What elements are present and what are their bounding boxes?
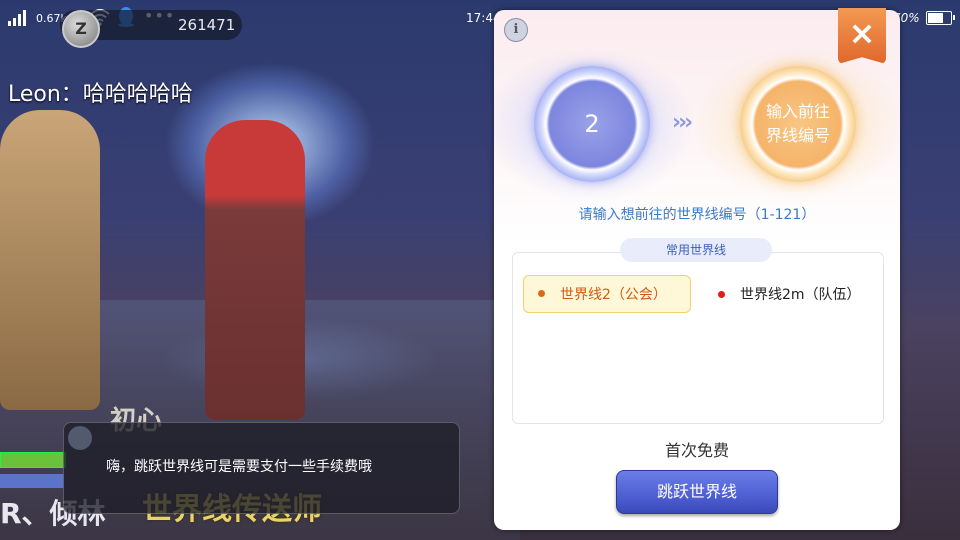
guild-dot-icon <box>538 290 545 297</box>
common-line-label: 世界线2（公会） <box>560 287 667 303</box>
player-id: 261471 <box>178 16 236 34</box>
target-line-placeholder-2: 界线编号 <box>765 126 830 145</box>
character-player[interactable] <box>205 120 305 420</box>
player-avatar[interactable]: Z <box>62 10 100 48</box>
battery-level <box>928 13 943 23</box>
instruction-text: 请输入想前往的世界线编号（1-121） <box>578 207 816 223</box>
battery-icon <box>926 11 955 25</box>
chat-message: Leon：哈哈哈哈哈 <box>8 82 193 107</box>
mp-bar <box>0 474 64 488</box>
common-line-item-team[interactable]: 世界线2m（队伍） <box>740 284 861 304</box>
hp-bar <box>0 452 66 468</box>
team-dot-icon <box>718 291 725 298</box>
character-left-npc[interactable] <box>0 110 100 410</box>
fee-text: 首次免费 <box>664 441 729 460</box>
signal-icon <box>8 10 26 26</box>
dialog-speaker-icon <box>68 426 92 450</box>
target-line-placeholder-1: 输入前往 <box>765 102 830 121</box>
info-icon[interactable]: i <box>504 18 528 42</box>
common-lines-tab: 常用世界线 <box>620 238 772 262</box>
close-button[interactable]: × <box>838 8 886 64</box>
jump-world-line-button[interactable]: 跳跃世界线 <box>616 470 778 514</box>
target-line-placeholder: 输入前往 界线编号 <box>758 100 838 148</box>
current-line-number: 2 <box>584 110 600 138</box>
arrows-icon: ››› <box>672 110 693 135</box>
npc-dialog-text: 嗨，跳跃世界线可是需要支付一些手续费哦 <box>106 459 372 475</box>
